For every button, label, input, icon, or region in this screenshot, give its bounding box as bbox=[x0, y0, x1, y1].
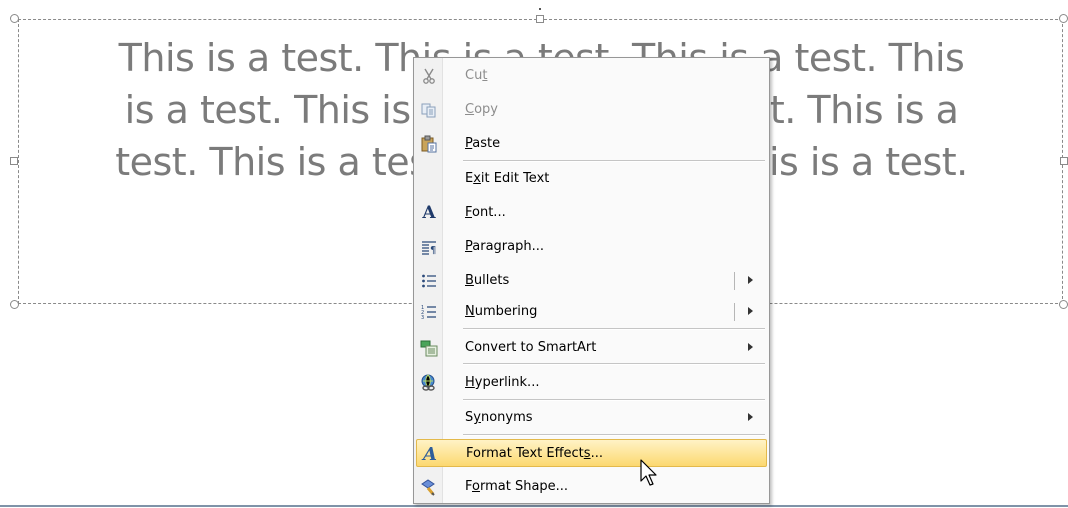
menu-item-label: Format Text Effects... bbox=[466, 446, 603, 461]
menu-item-label: Cut bbox=[465, 68, 488, 83]
resize-handle-left[interactable] bbox=[10, 157, 18, 165]
context-menu: Cut Copy Paste Exit Edit Text A Font... … bbox=[413, 57, 770, 504]
font-icon: A bbox=[422, 203, 436, 223]
svg-text:3: 3 bbox=[421, 315, 424, 320]
chevron-right-icon bbox=[748, 343, 753, 351]
menu-item-label: Copy bbox=[465, 102, 498, 117]
resize-handle-top-right[interactable] bbox=[1059, 14, 1068, 23]
menu-item-font[interactable]: A Font... bbox=[416, 199, 767, 227]
scissors-icon bbox=[420, 67, 438, 85]
resize-handle-top-left[interactable] bbox=[10, 14, 19, 23]
numbering-icon: 123 bbox=[420, 303, 438, 321]
menu-separator bbox=[463, 434, 765, 436]
resize-handle-bottom-right[interactable] bbox=[1059, 300, 1068, 309]
chevron-right-icon[interactable] bbox=[748, 307, 753, 315]
menu-item-synonyms[interactable]: Synonyms bbox=[416, 404, 767, 432]
smartart-icon bbox=[420, 339, 438, 357]
chevron-right-icon[interactable] bbox=[748, 276, 753, 284]
resize-handle-right[interactable] bbox=[1060, 157, 1068, 165]
menu-item-label: Paste bbox=[465, 136, 501, 151]
resize-handle-top[interactable] bbox=[536, 15, 544, 23]
rotate-handle[interactable] bbox=[539, 8, 541, 10]
slide-canvas: This is a test. This is a test. This is … bbox=[0, 0, 1068, 508]
chevron-right-icon bbox=[748, 413, 753, 421]
menu-item-hyperlink[interactable]: Hyperlink... bbox=[416, 369, 767, 397]
menu-item-label: Numbering bbox=[465, 304, 538, 319]
mouse-cursor-icon bbox=[640, 459, 657, 486]
menu-separator bbox=[463, 363, 765, 365]
menu-item-label: Format Shape... bbox=[465, 479, 569, 494]
paste-icon bbox=[420, 135, 438, 153]
menu-separator bbox=[463, 399, 765, 401]
menu-item-label: Paragraph... bbox=[465, 239, 544, 254]
menu-item-label: Exit Edit Text bbox=[465, 171, 550, 186]
menu-item-paste[interactable]: Paste bbox=[416, 130, 767, 158]
menu-item-bullets[interactable]: Bullets bbox=[416, 267, 767, 295]
format-text-effects-icon: A bbox=[423, 443, 437, 465]
copy-icon bbox=[420, 101, 438, 119]
menu-item-label: Convert to SmartArt bbox=[465, 340, 597, 355]
menu-item-label: Bullets bbox=[465, 273, 510, 288]
menu-item-format-shape[interactable]: Format Shape... bbox=[416, 473, 767, 501]
resize-handle-bottom-left[interactable] bbox=[10, 300, 19, 309]
format-shape-icon bbox=[420, 478, 438, 496]
menu-separator bbox=[463, 328, 765, 330]
menu-separator bbox=[463, 160, 765, 162]
menu-item-label: Hyperlink... bbox=[465, 375, 540, 390]
menu-item-convert-to-smartart[interactable]: Convert to SmartArt bbox=[416, 334, 767, 362]
paragraph-icon: ¶ bbox=[420, 238, 438, 256]
menu-item-paragraph[interactable]: ¶ Paragraph... bbox=[416, 233, 767, 261]
bullets-icon bbox=[420, 272, 438, 290]
menu-item-label: Synonyms bbox=[465, 410, 533, 425]
svg-text:¶: ¶ bbox=[430, 245, 436, 255]
menu-item-format-text-effects[interactable]: A Format Text Effects... bbox=[416, 439, 767, 467]
submenu-split-divider bbox=[734, 272, 735, 290]
menu-item-label: Font... bbox=[465, 205, 506, 220]
menu-item-cut[interactable]: Cut bbox=[416, 62, 767, 90]
slide-bottom-border bbox=[0, 505, 1068, 507]
submenu-split-divider bbox=[734, 303, 735, 321]
menu-item-exit-edit-text[interactable]: Exit Edit Text bbox=[416, 165, 767, 193]
menu-item-copy[interactable]: Copy bbox=[416, 96, 767, 124]
hyperlink-icon bbox=[420, 374, 438, 392]
menu-item-numbering[interactable]: 123 Numbering bbox=[416, 298, 767, 326]
